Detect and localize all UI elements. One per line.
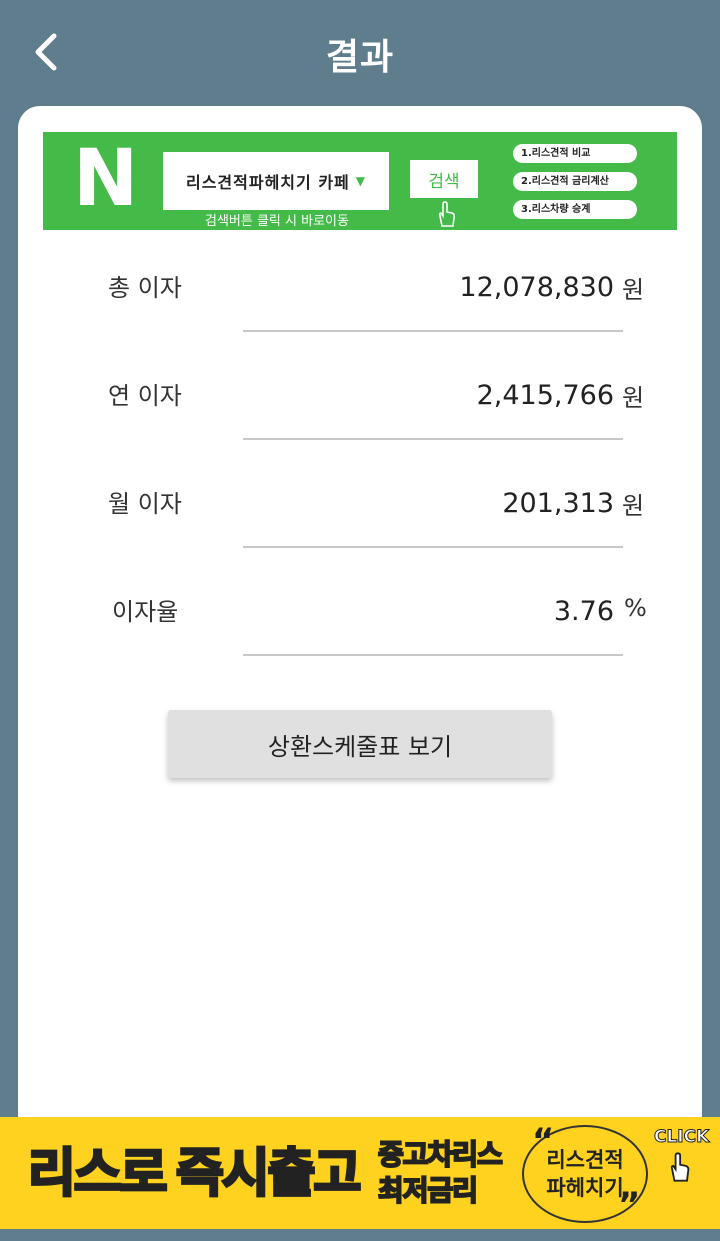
bottom-strip bbox=[0, 1229, 720, 1241]
ad-circle-line2: 파헤치기 bbox=[546, 1176, 624, 1200]
banner-hint: 검색버튼 클릭 시 바로이동 bbox=[205, 214, 349, 229]
banner-search-button[interactable]: 검색 bbox=[410, 160, 478, 198]
result-row-monthly: 월 이자 201,313 원 bbox=[18, 484, 702, 592]
result-row-total: 총 이자 12,078,830 원 bbox=[18, 268, 702, 376]
divider bbox=[243, 654, 623, 656]
repayment-schedule-button[interactable]: 상환스케줄표 보기 bbox=[168, 710, 552, 778]
result-unit: 원 bbox=[622, 492, 645, 520]
result-value: 12,078,830 bbox=[459, 272, 614, 303]
ad-text-used-car-line2: 최저금리 bbox=[377, 1173, 479, 1208]
result-label: 월 이자 bbox=[108, 490, 182, 518]
ad-text-lease: 리스로 bbox=[27, 1143, 170, 1206]
result-label: 총 이자 bbox=[108, 274, 182, 302]
result-value: 201,313 bbox=[502, 488, 614, 519]
banner-link-rate[interactable]: 2.리스견적 금리계산 bbox=[513, 172, 637, 191]
result-unit: 원 bbox=[622, 384, 645, 412]
result-unit: 원 bbox=[622, 276, 645, 304]
top-bar: 결과 bbox=[0, 0, 720, 104]
page-title: 결과 bbox=[325, 37, 395, 78]
ad-click-label: CLICK bbox=[653, 1127, 710, 1148]
banner-link-transfer[interactable]: 3.리스차량 승계 bbox=[513, 200, 637, 219]
naver-logo: N bbox=[73, 134, 138, 224]
ad-text-immediate: 즉시출고 bbox=[174, 1143, 362, 1206]
divider bbox=[243, 546, 623, 548]
divider bbox=[243, 438, 623, 440]
result-label: 연 이자 bbox=[108, 382, 182, 410]
dropdown-triangle-icon: ▼ bbox=[355, 174, 366, 188]
result-value: 3.76 bbox=[553, 596, 614, 627]
cafe-name: 리스견적파헤치기 카페 bbox=[185, 173, 350, 192]
divider bbox=[243, 330, 623, 332]
ad-text-used-car: 중고차리스 최저금리 bbox=[377, 1137, 504, 1209]
result-value: 2,415,766 bbox=[476, 380, 614, 411]
banner-link-compare[interactable]: 1.리스견적 비교 bbox=[513, 144, 637, 163]
result-row-yearly: 연 이자 2,415,766 원 bbox=[18, 376, 702, 484]
quote-close: ” bbox=[618, 1185, 641, 1225]
bottom-ad-banner[interactable]: 리스로 즉시출고 중고차리스 최저금리 리스견적 파헤치기 “ ” CLICK bbox=[0, 1117, 720, 1229]
result-unit: % bbox=[624, 594, 647, 622]
cafe-banner[interactable]: N 리스견적파헤치기 카페 ▼ 검색 검색버튼 클릭 시 바로이동 1.리스견적… bbox=[43, 132, 677, 230]
ad-text-used-car-line1: 중고차리스 bbox=[377, 1137, 504, 1172]
pointer-hand-icon bbox=[435, 200, 457, 233]
ad-circle-line1: 리스견적 bbox=[546, 1148, 624, 1172]
result-row-rate: 이자율 3.76 % bbox=[18, 592, 702, 700]
pointer-hand-icon bbox=[666, 1151, 692, 1190]
quote-open: “ bbox=[532, 1121, 555, 1161]
banner-links: 1.리스견적 비교 2.리스견적 금리계산 3.리스차량 승계 bbox=[513, 144, 637, 228]
result-card: N 리스견적파헤치기 카페 ▼ 검색 검색버튼 클릭 시 바로이동 1.리스견적… bbox=[18, 106, 702, 1241]
result-label: 이자율 bbox=[112, 598, 179, 626]
cafe-search-box: 리스견적파헤치기 카페 ▼ bbox=[163, 152, 389, 210]
